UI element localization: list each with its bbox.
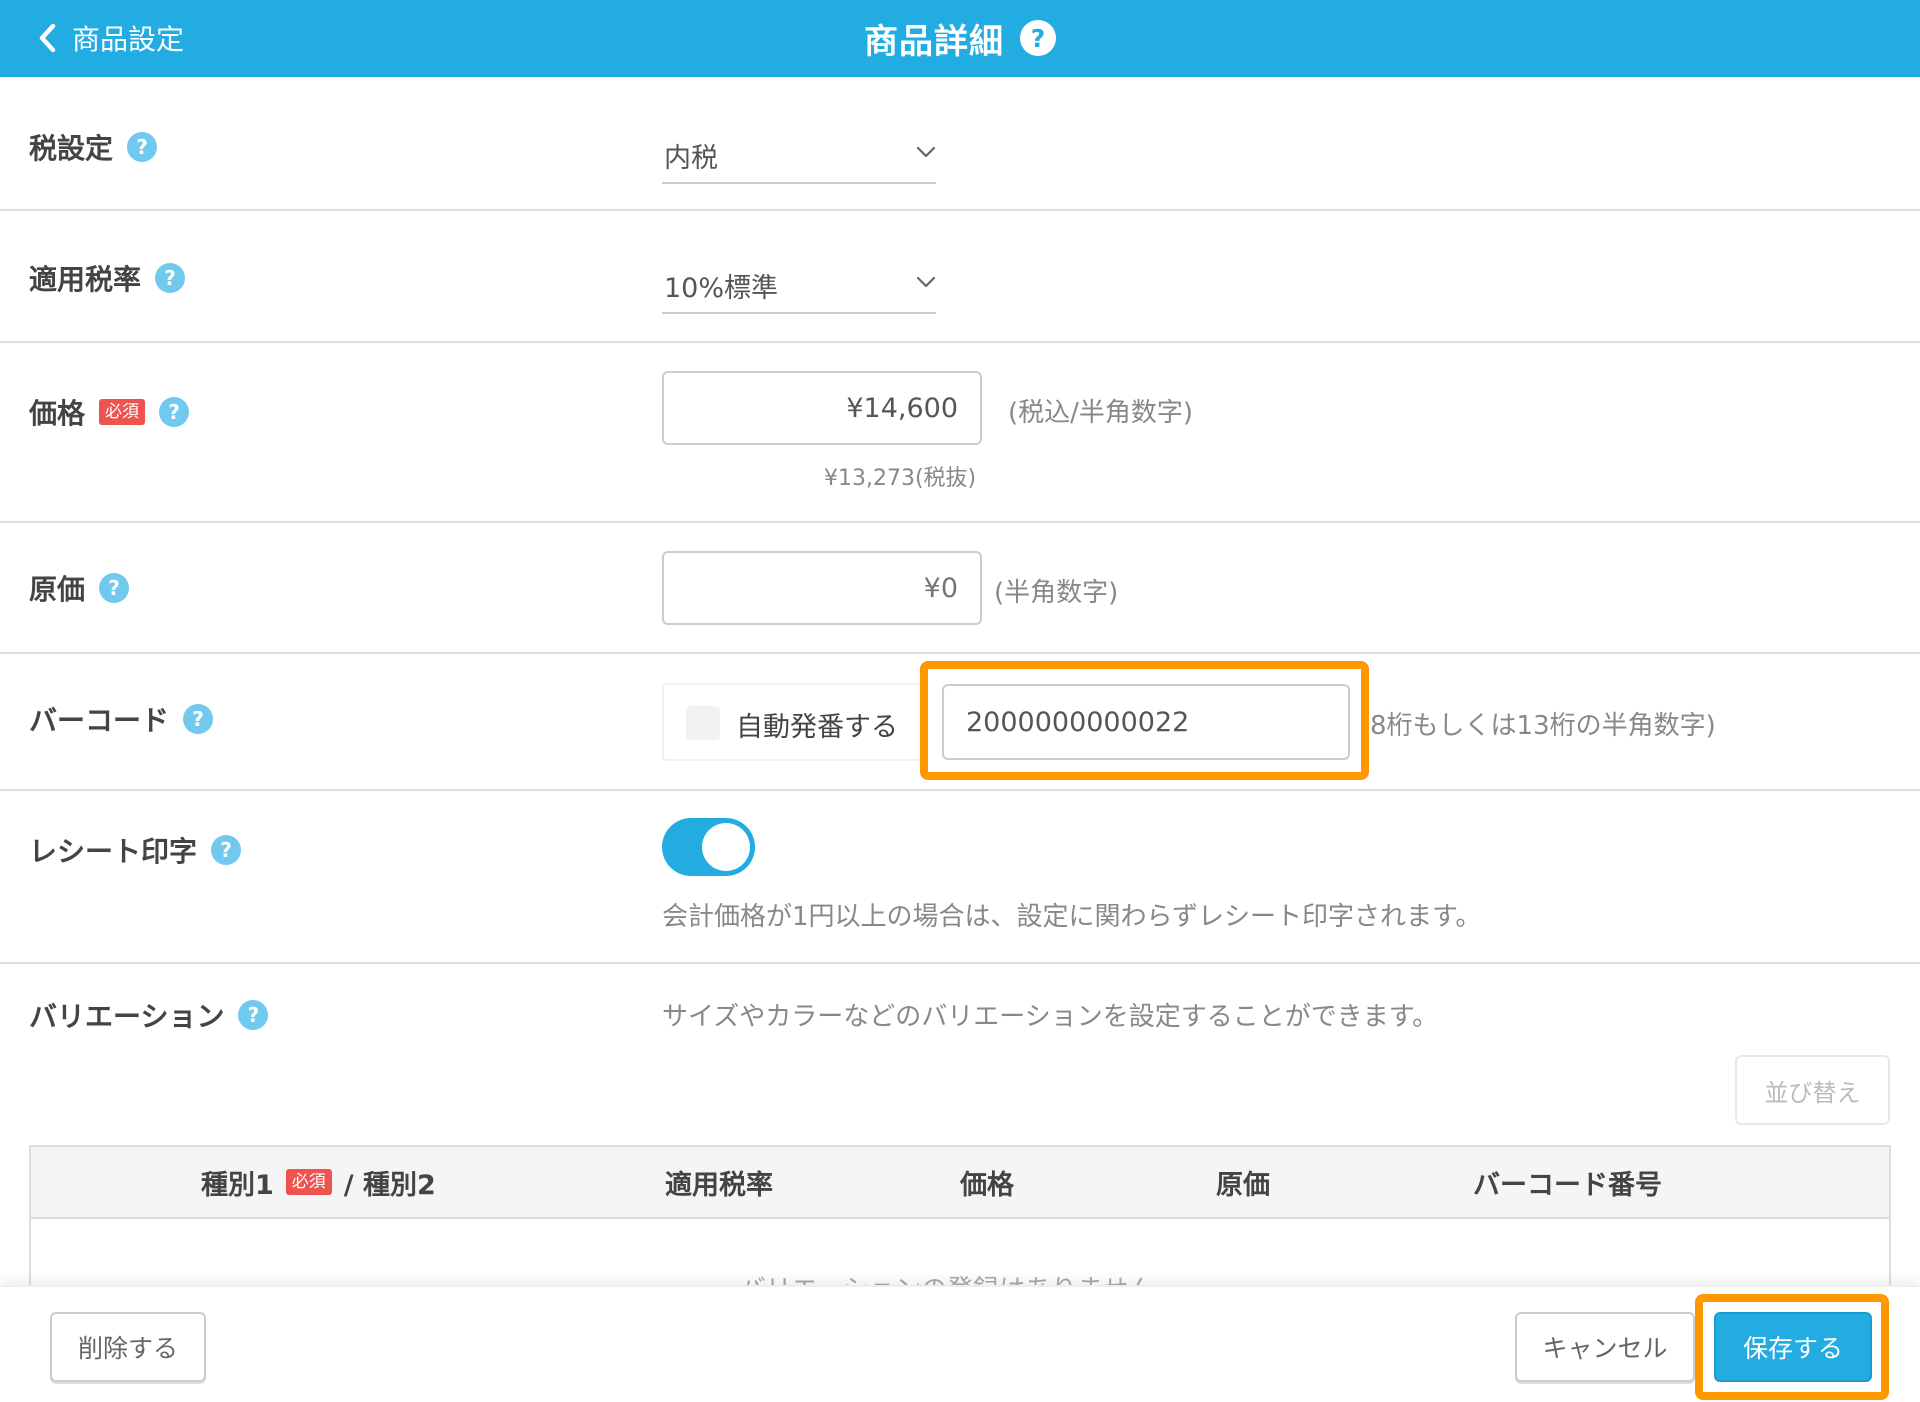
price-hint: (税込/半角数字) [1008,398,1194,428]
tax-setting-row: 税設定 ? 内税 [0,77,1920,211]
question-circle-icon[interactable]: ? [211,835,242,865]
barcode-label: バーコード [29,704,170,737]
col-type1: 種別1 [201,1169,274,1201]
receipt-print-row: レシート印字 ? 会計価格が1円以上の場合は、設定に関わらずレシート印字されます… [0,790,1920,964]
col-price: 価格 [960,1169,1014,1201]
tax-rate-value: 10%標準 [664,273,779,304]
required-badge: 必須 [99,399,146,425]
col-cost: 原価 [1216,1169,1270,1201]
question-circle-icon[interactable]: ? [155,263,186,293]
save-button[interactable]: 保存する [1714,1312,1872,1382]
receipt-print-note: 会計価格が1円以上の場合は、設定に関わらずレシート印字されます。 [662,902,1482,932]
tax-rate-label-group: 適用税率 ? [29,258,186,298]
toggle-knob [702,823,750,871]
cost-label: 原価 [29,573,86,606]
auto-number-checkbox[interactable] [686,706,720,740]
price-label: 価格 [29,397,86,430]
price-row: 価格 必須 ? (税込/半角数字) ¥13,273(税抜) [0,342,1920,523]
col-type2: / 種別2 [343,1169,436,1201]
chevron-down-icon [916,276,936,288]
cost-input[interactable] [662,551,982,625]
tax-setting-value: 内税 [664,143,718,174]
tax-rate-label: 適用税率 [29,263,142,296]
col-tax-rate: 適用税率 [665,1169,773,1201]
question-circle-icon[interactable]: ? [1020,20,1056,56]
variation-label-group: バリエーション ? [29,995,269,1035]
cost-label-group: 原価 ? [29,568,130,608]
barcode-hint: 8桁もしくは13桁の半角数字) [1370,711,1716,741]
col-type-header: 種別1 必須 / 種別2 [201,1147,436,1217]
receipt-print-label: レシート印字 [29,835,198,868]
variation-table-header: 種別1 必須 / 種別2 適用税率 価格 原価 バーコード番号 [31,1147,1889,1219]
cost-hint: (半角数字) [994,578,1119,608]
tax-setting-label: 税設定 [29,132,114,165]
delete-button[interactable]: 削除する [50,1312,206,1382]
question-circle-icon[interactable]: ? [99,573,130,603]
question-circle-icon[interactable]: ? [183,704,214,734]
cancel-button[interactable]: キャンセル [1515,1312,1695,1382]
chevron-down-icon [916,146,936,158]
page-title: 商品詳細 [864,21,1004,62]
barcode-label-group: バーコード ? [29,699,214,739]
barcode-input[interactable] [942,684,1350,760]
receipt-print-toggle[interactable] [662,818,755,876]
question-circle-icon[interactable]: ? [159,397,190,427]
tax-rate-row: 適用税率 ? 10%標準 [0,210,1920,343]
sort-button[interactable]: 並び替え [1735,1055,1890,1125]
receipt-print-label-group: レシート印字 ? [29,830,242,870]
question-circle-icon[interactable]: ? [238,1000,269,1030]
tax-setting-label-group: 税設定 ? [29,127,158,167]
cost-row: 原価 ? (半角数字) [0,522,1920,654]
col-barcode: バーコード番号 [1473,1169,1662,1201]
auto-number-label: 自動発番する [736,712,898,743]
header-bar: 商品設定 商品詳細 ? [0,0,1920,77]
title-area: 商品詳細 ? [0,14,1920,62]
auto-number-option[interactable]: 自動発番する [662,683,922,761]
price-label-group: 価格 必須 ? [29,392,190,432]
tax-rate-select[interactable]: 10%標準 [662,252,936,314]
price-input[interactable] [662,371,982,445]
variation-description: サイズやカラーなどのバリエーションを設定することができます。 [662,1002,1439,1032]
required-badge: 必須 [285,1169,332,1195]
price-tax-excluded: ¥13,273(税抜) [824,466,977,491]
tax-setting-select[interactable]: 内税 [662,122,936,184]
variation-label: バリエーション [29,1000,225,1033]
question-circle-icon[interactable]: ? [127,132,158,162]
